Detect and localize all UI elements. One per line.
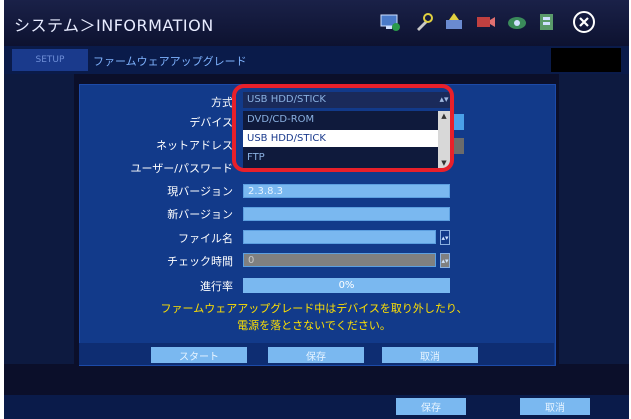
user-password-label: ユーザー/パスワード (130, 162, 234, 175)
save-button[interactable]: 保存 (268, 347, 364, 363)
left-strip (4, 74, 74, 364)
file-name-label: ファイル名 (178, 232, 233, 245)
footer-cancel-button[interactable]: 取消 (520, 398, 590, 415)
progress-text: 0% (338, 280, 355, 291)
warning-line-2: 電源を落とさないでください。 (237, 319, 391, 332)
current-version-field: 2.3.8.3 (243, 184, 450, 198)
new-version-field (243, 207, 450, 221)
start-button[interactable]: スタート (151, 347, 247, 363)
check-time-field[interactable]: 0 (243, 253, 436, 267)
check-time-spinner-icon[interactable]: ▴▾ (440, 253, 450, 268)
highlight-callout (232, 84, 454, 172)
camera-icon[interactable] (472, 9, 498, 35)
warning-message: ファームウェアアップグレード中はデバイスを取り外したり、 電源を落とさないでくだ… (104, 300, 524, 334)
method-label: 方式 (211, 96, 233, 109)
cancel-button[interactable]: 取消 (382, 347, 478, 363)
storage-icon[interactable] (534, 9, 560, 35)
footer-save-button[interactable]: 保存 (396, 398, 466, 415)
tab-setup[interactable]: SETUP (12, 49, 88, 71)
tool-icon[interactable] (411, 9, 437, 35)
check-time-label: チェック時間 (167, 255, 233, 268)
right-strip (559, 74, 629, 364)
dvr-screen: システム＞INFORMATION SETUP ファームウェアアップグレード 方式… (4, 0, 629, 419)
warning-line-1: ファームウェアアップグレード中はデバイスを取り外したり、 (160, 302, 468, 315)
close-icon[interactable] (571, 9, 597, 35)
tab-bar-blank (551, 48, 621, 72)
section-title: ファームウェアアップグレード (93, 55, 247, 68)
device-label: デバイス (189, 116, 233, 129)
progress-bar: 0% (243, 278, 450, 293)
current-version-label: 現バージョン (167, 185, 233, 198)
window-title: システム＞INFORMATION (14, 16, 214, 35)
title-bar: システム＞INFORMATION (4, 0, 629, 46)
tab-bar: SETUP ファームウェアアップグレード (4, 46, 629, 74)
network-icon[interactable] (377, 9, 403, 35)
record-icon[interactable] (441, 9, 467, 35)
net-address-label: ネットアドレス (156, 139, 233, 152)
display-icon[interactable] (504, 9, 530, 35)
file-name-scroll-icon[interactable]: ▴▾ (440, 230, 450, 245)
new-version-label: 新バージョン (167, 208, 233, 221)
progress-label: 進行率 (200, 280, 233, 293)
file-name-field[interactable] (243, 230, 436, 244)
